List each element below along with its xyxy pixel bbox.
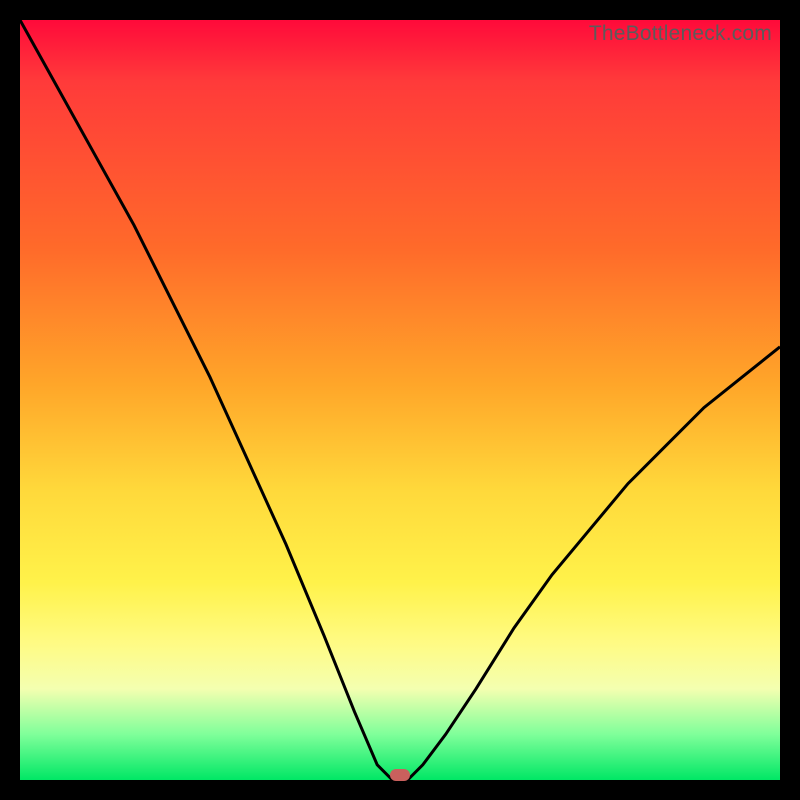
- plot-area: TheBottleneck.com: [20, 20, 780, 780]
- optimal-marker: [390, 769, 410, 781]
- bottleneck-curve: [20, 20, 780, 780]
- curve-path: [20, 20, 780, 780]
- chart-frame: TheBottleneck.com: [0, 0, 800, 800]
